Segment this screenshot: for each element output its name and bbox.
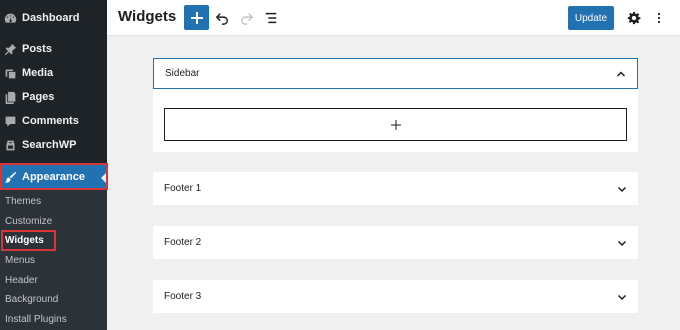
widget-area-header[interactable]: Footer 3 xyxy=(153,280,638,313)
media-icon xyxy=(2,65,18,81)
settings-button[interactable] xyxy=(625,9,643,27)
menu-item-label: Media xyxy=(22,67,54,79)
submenu-background[interactable]: Background xyxy=(5,292,58,308)
widget-area-footer-3[interactable]: Footer 3 xyxy=(153,280,638,313)
options-button[interactable] xyxy=(653,9,665,27)
pin-icon xyxy=(2,41,18,57)
chevron-down-icon xyxy=(617,240,627,246)
editor-header: Widgets Update xyxy=(107,0,680,36)
submenu-install-plugins[interactable]: Install Plugins xyxy=(5,312,67,328)
menu-item-label: SearchWP xyxy=(22,139,77,151)
menu-item-label: Comments xyxy=(22,115,79,127)
pages-icon xyxy=(2,89,18,105)
dashboard-icon xyxy=(2,10,18,26)
add-block-button[interactable] xyxy=(184,5,209,30)
menu-item-posts[interactable]: Posts xyxy=(0,37,107,61)
undo-icon xyxy=(215,13,228,25)
plus-icon xyxy=(390,119,401,130)
chevron-down-icon xyxy=(617,294,627,300)
appearance-submenu: Themes Customize Widgets Menus Header Ba… xyxy=(0,190,107,330)
submenu-menus[interactable]: Menus xyxy=(5,253,35,269)
widget-area-title: Footer 1 xyxy=(164,183,202,194)
highlight-box-widgets xyxy=(1,230,56,251)
widget-area-title: Footer 3 xyxy=(164,291,202,302)
submenu-header[interactable]: Header xyxy=(5,273,38,289)
widget-area-sidebar: Sidebar xyxy=(153,58,638,152)
update-button[interactable]: Update xyxy=(568,6,614,30)
submenu-themes[interactable]: Themes xyxy=(5,194,41,210)
highlight-box-appearance xyxy=(0,163,108,190)
add-block-appender[interactable] xyxy=(164,108,627,141)
menu-item-searchwp[interactable]: SearchWP xyxy=(0,133,107,157)
page-title: Widgets xyxy=(118,8,177,25)
menu-item-dashboard[interactable]: Dashboard xyxy=(0,6,107,30)
widget-area-footer-2[interactable]: Footer 2 xyxy=(153,226,638,259)
chevron-up-icon xyxy=(616,70,626,77)
submenu-customize[interactable]: Customize xyxy=(5,214,52,230)
comments-icon xyxy=(2,113,18,129)
admin-sidebar: Dashboard Posts Media Pages Comments Sea… xyxy=(0,0,108,330)
menu-item-comments[interactable]: Comments xyxy=(0,109,107,133)
redo-icon xyxy=(241,13,254,25)
menu-item-label: Posts xyxy=(22,43,52,55)
more-vertical-icon xyxy=(657,12,661,24)
menu-item-pages[interactable]: Pages xyxy=(0,85,107,109)
widget-area-title: Sidebar xyxy=(165,68,200,79)
list-view-icon xyxy=(265,12,277,24)
menu-item-label: Dashboard xyxy=(22,12,80,24)
undo-button[interactable] xyxy=(213,9,231,27)
menu-item-media[interactable]: Media xyxy=(0,61,107,85)
redo-button[interactable] xyxy=(238,9,256,27)
gear-icon xyxy=(627,11,641,25)
menu-item-label: Pages xyxy=(22,91,55,103)
widget-area-header[interactable]: Sidebar xyxy=(153,58,638,89)
widget-area-header[interactable]: Footer 2 xyxy=(153,226,638,259)
list-view-button[interactable] xyxy=(262,9,280,27)
widget-area-footer-1[interactable]: Footer 1 xyxy=(153,172,638,205)
plus-icon xyxy=(190,11,203,24)
chevron-down-icon xyxy=(617,186,627,192)
widget-area-header[interactable]: Footer 1 xyxy=(153,172,638,205)
searchwp-icon xyxy=(2,137,18,153)
widget-area-title: Footer 2 xyxy=(164,237,202,248)
